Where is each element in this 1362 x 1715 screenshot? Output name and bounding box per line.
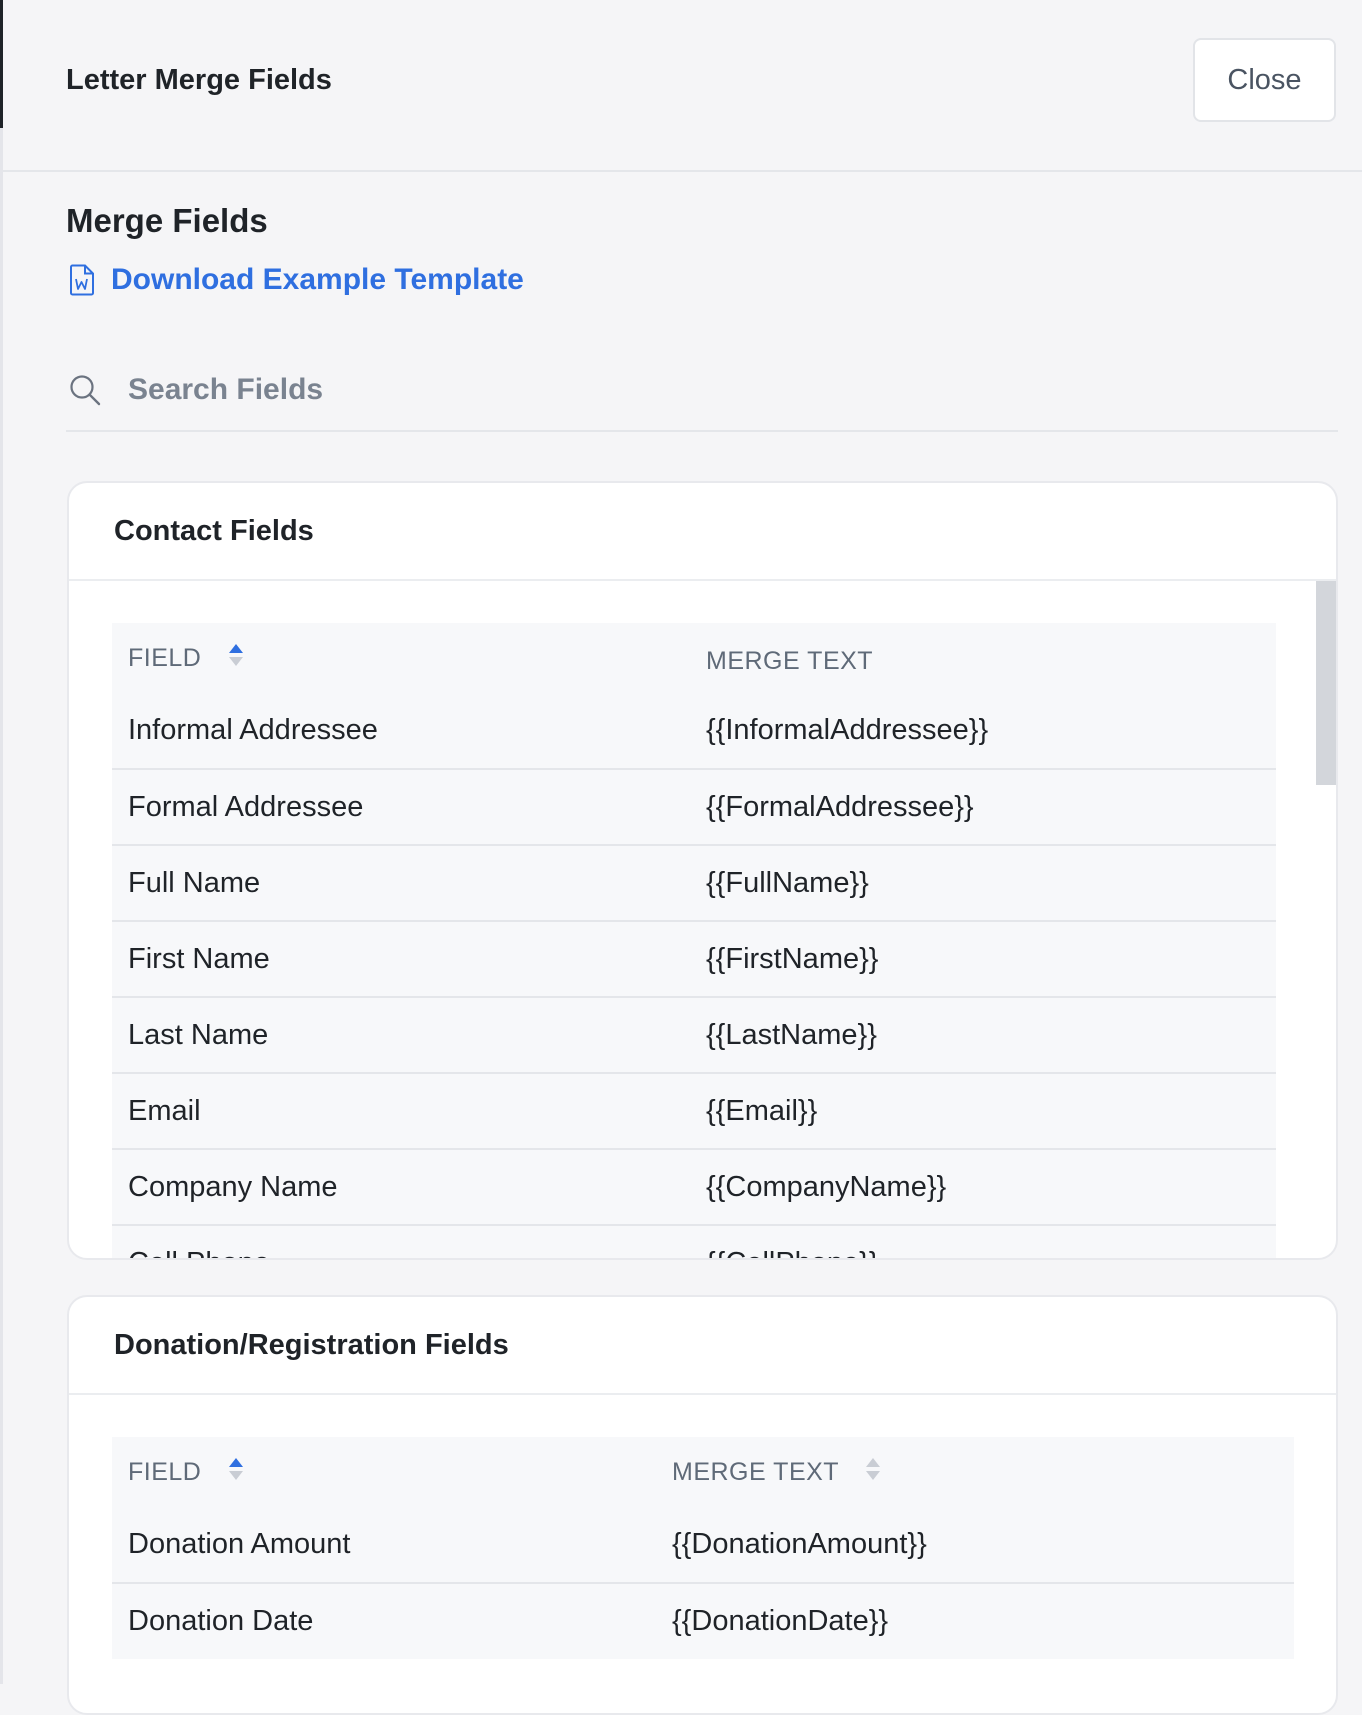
- field-name: Full Name: [112, 845, 690, 922]
- search-icon: [70, 375, 101, 406]
- merge-fields-panel: Letter Merge Fields Close Merge Fields D…: [3, 0, 1362, 1715]
- table-header-row: FIELD MERGE TEXT: [112, 1437, 1294, 1507]
- sort-icon[interactable]: [227, 642, 245, 668]
- table-row: First Name {{FirstName}}: [112, 921, 1276, 998]
- column-header-label: MERGE TEXT: [672, 1457, 839, 1486]
- merge-text: {{DonationAmount}}: [656, 1507, 1294, 1584]
- field-name: Donation Date: [112, 1583, 656, 1659]
- table-row: Donation Date {{DonationDate}}: [112, 1583, 1294, 1659]
- field-name: Last Name: [112, 997, 690, 1074]
- table-row: Full Name {{FullName}}: [112, 845, 1276, 922]
- field-name: First Name: [112, 921, 690, 998]
- sort-icon[interactable]: [864, 1456, 882, 1482]
- table-row: Last Name {{LastName}}: [112, 997, 1276, 1074]
- field-name: Informal Addressee: [112, 693, 690, 770]
- merge-text: {{FullName}}: [690, 845, 1276, 922]
- panel-header: Letter Merge Fields Close: [3, 0, 1362, 172]
- download-template-link[interactable]: Download Example Template: [69, 262, 524, 298]
- contact-fields-title: Contact Fields: [69, 483, 1336, 581]
- donation-fields-title: Donation/Registration Fields: [69, 1297, 1336, 1395]
- merge-text: {{CellPhone}}: [690, 1225, 1276, 1258]
- column-header-field[interactable]: FIELD: [112, 623, 690, 693]
- field-name: Donation Amount: [112, 1507, 656, 1584]
- column-header-label: FIELD: [128, 1457, 202, 1486]
- column-header-field[interactable]: FIELD: [112, 1437, 656, 1507]
- contact-fields-table: FIELD MERGE TEXT Informal Addressee {{Inf…: [112, 623, 1276, 1258]
- table-row: Donation Amount {{DonationAmount}}: [112, 1507, 1294, 1584]
- search-bar: [66, 364, 1338, 432]
- merge-text: {{DonationDate}}: [656, 1583, 1294, 1659]
- merge-text: {{FormalAddressee}}: [690, 769, 1276, 846]
- table-row: Formal Addressee {{FormalAddressee}}: [112, 769, 1276, 846]
- merge-text: {{FirstName}}: [690, 921, 1276, 998]
- panel-title: Letter Merge Fields: [66, 64, 332, 96]
- merge-text: {{LastName}}: [690, 997, 1276, 1074]
- merge-text: {{Email}}: [690, 1073, 1276, 1150]
- scrollbar[interactable]: [1316, 581, 1336, 1258]
- field-name: Email: [112, 1073, 690, 1150]
- donation-fields-table: FIELD MERGE TEXT Donation Amount {{Donat…: [112, 1437, 1294, 1659]
- section-title: Merge Fields: [66, 202, 268, 239]
- field-name: Company Name: [112, 1149, 690, 1226]
- sort-icon[interactable]: [227, 1456, 245, 1482]
- word-document-icon: [70, 264, 94, 296]
- table-row: Email {{Email}}: [112, 1073, 1276, 1150]
- table-header-row: FIELD MERGE TEXT: [112, 623, 1276, 693]
- column-header-label: FIELD: [128, 643, 202, 672]
- donation-fields-card: Donation/Registration Fields FIELD MERGE…: [67, 1295, 1338, 1715]
- merge-text: {{CompanyName}}: [690, 1149, 1276, 1226]
- table-row: Company Name {{CompanyName}}: [112, 1149, 1276, 1226]
- donation-fields-area: FIELD MERGE TEXT Donation Amount {{Donat…: [69, 1395, 1336, 1713]
- download-link-label: Download Example Template: [111, 263, 524, 296]
- field-name: Cell Phone: [112, 1225, 690, 1258]
- column-header-label: MERGE TEXT: [706, 646, 874, 675]
- search-input[interactable]: [128, 373, 1128, 407]
- contact-fields-scroll-area[interactable]: FIELD MERGE TEXT Informal Addressee {{Inf…: [69, 581, 1336, 1258]
- column-header-merge-text[interactable]: MERGE TEXT: [656, 1437, 1294, 1507]
- merge-text: {{InformalAddressee}}: [690, 693, 1276, 770]
- close-button[interactable]: Close: [1193, 38, 1336, 122]
- table-row: Informal Addressee {{InformalAddressee}}: [112, 693, 1276, 770]
- table-row: Cell Phone{{CellPhone}}: [112, 1225, 1276, 1258]
- scrollbar-thumb[interactable]: [1316, 581, 1336, 785]
- field-name: Formal Addressee: [112, 769, 690, 846]
- contact-fields-card: Contact Fields FIELD MERGE TEXT Informal…: [67, 481, 1338, 1260]
- column-header-merge-text: MERGE TEXT: [690, 623, 1276, 693]
